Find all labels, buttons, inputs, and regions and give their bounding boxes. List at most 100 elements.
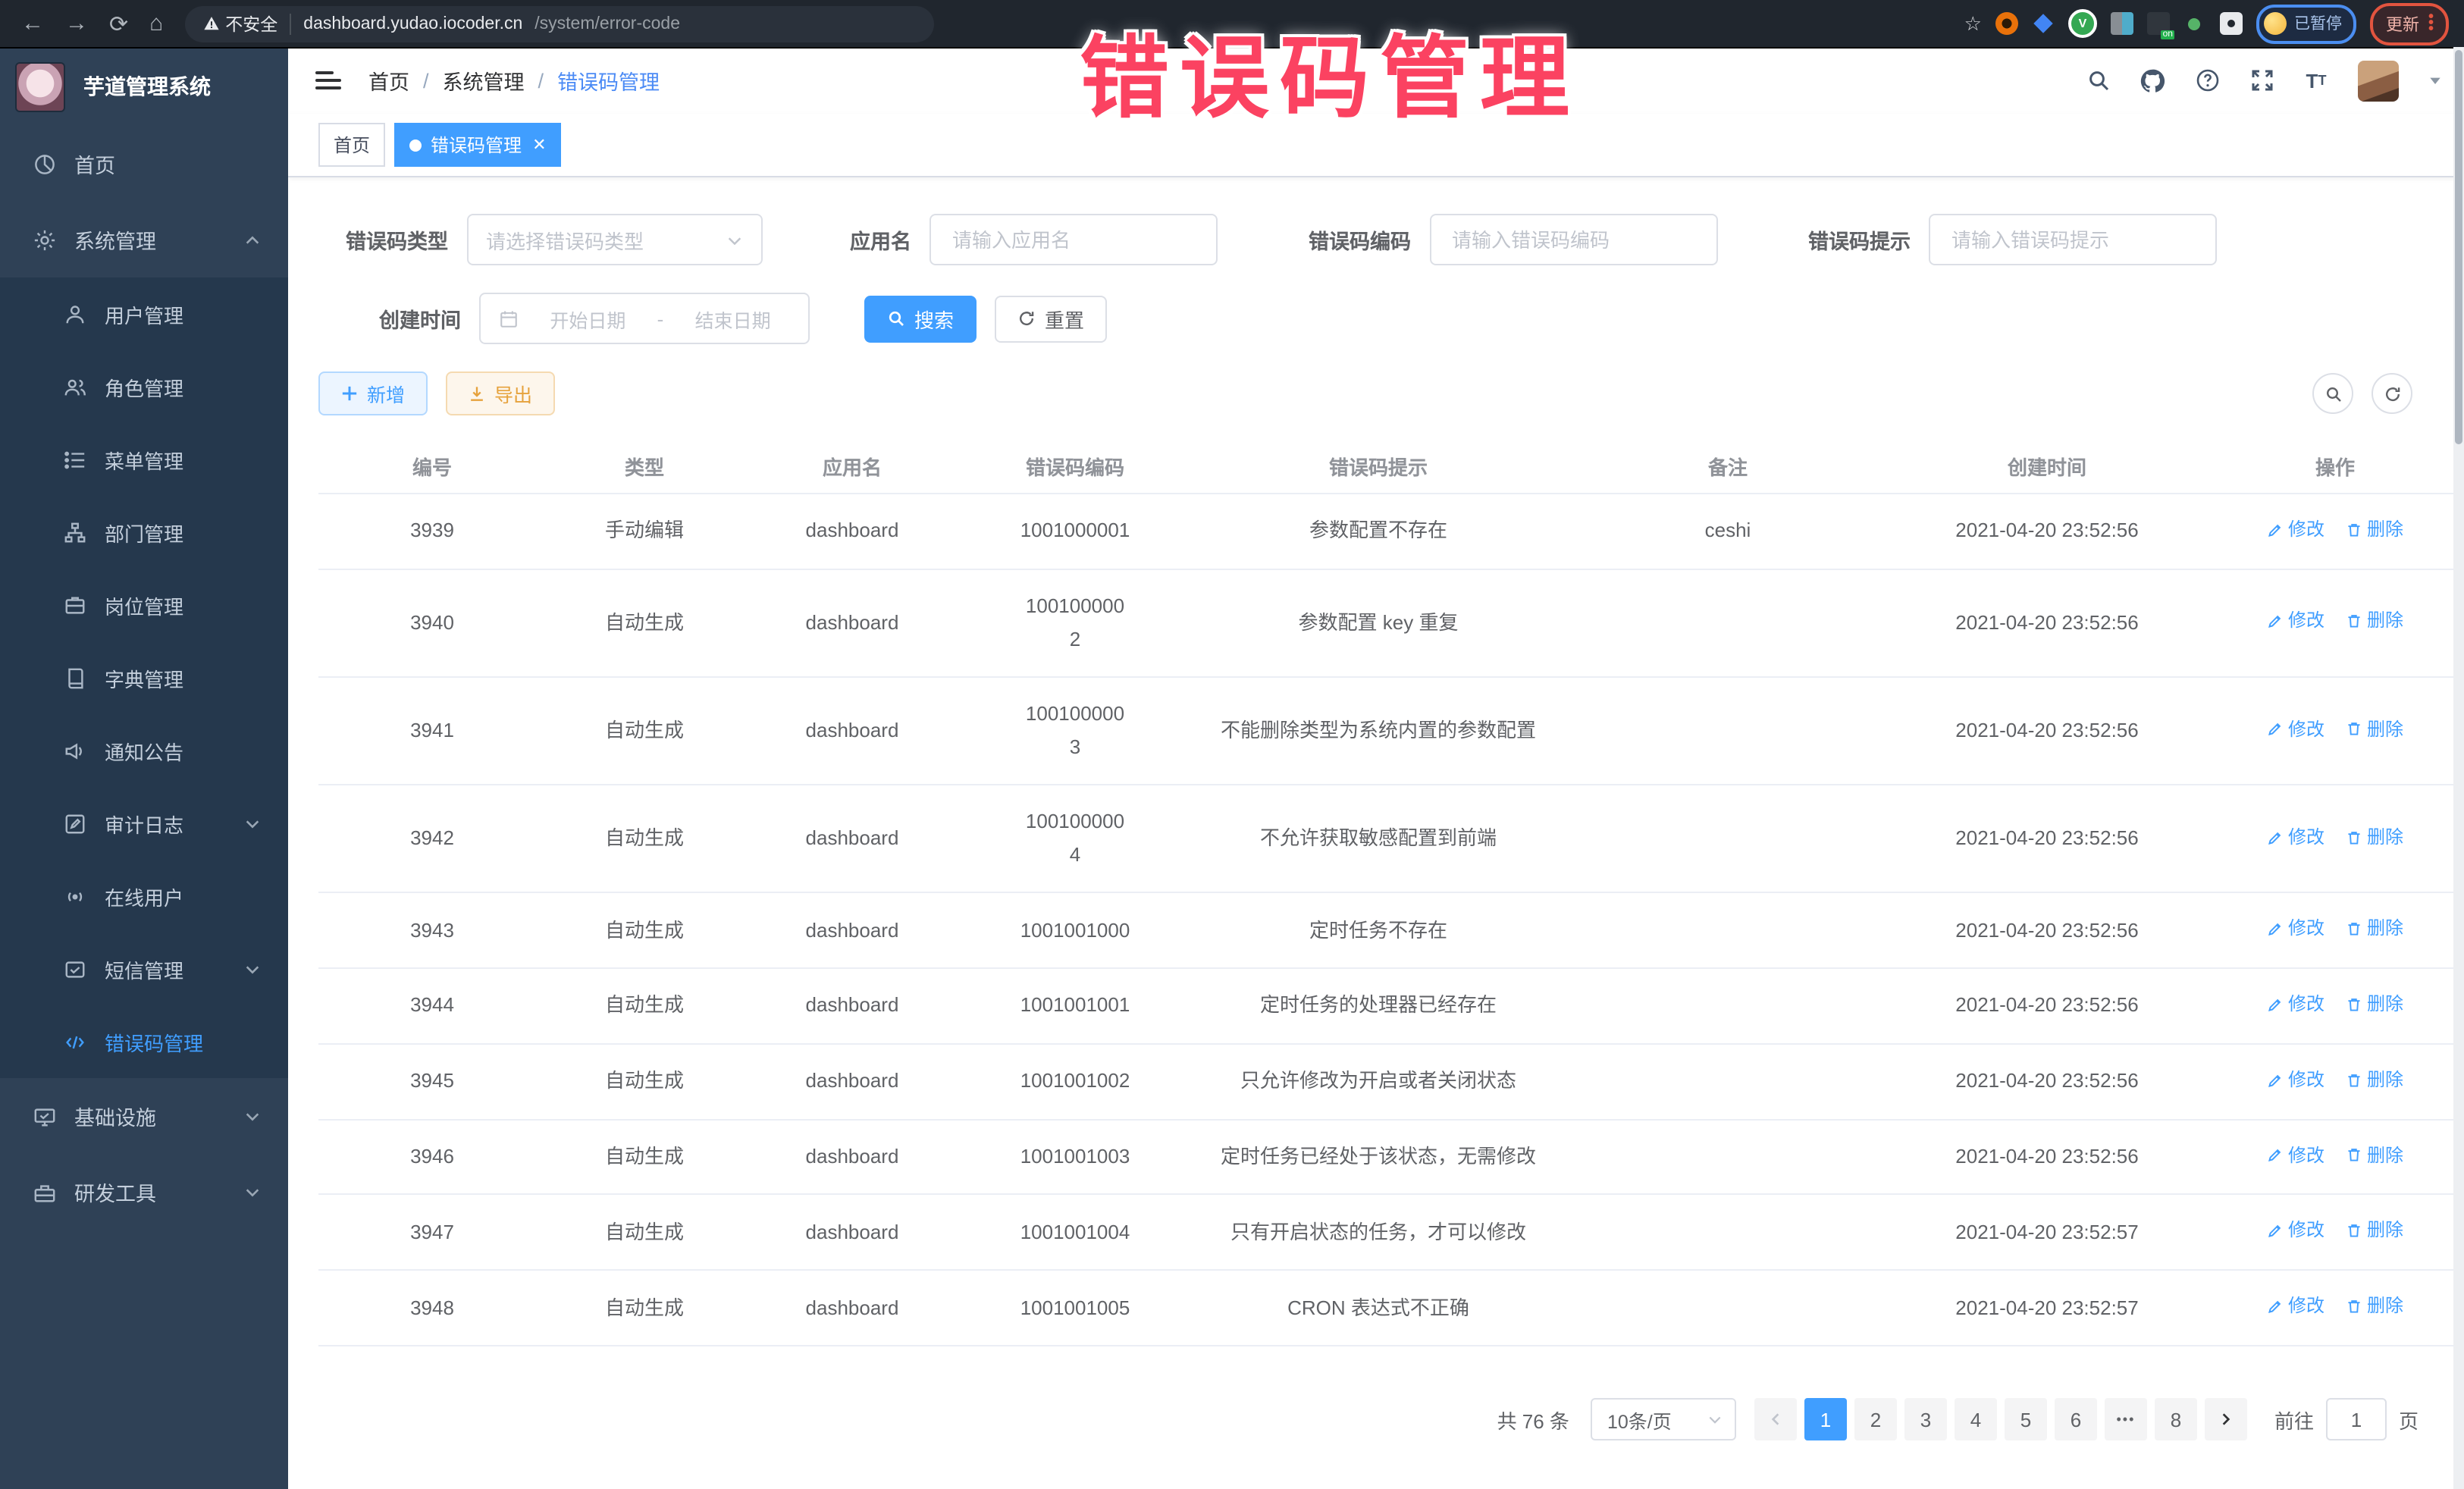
goto-page-input[interactable] bbox=[2326, 1398, 2387, 1440]
ext-grid-icon[interactable] bbox=[2111, 12, 2133, 35]
refresh-table-button[interactable] bbox=[2372, 373, 2412, 414]
tab-home[interactable]: 首页 bbox=[318, 123, 385, 167]
github-icon[interactable] bbox=[2140, 67, 2165, 93]
edit-link[interactable]: 修改 bbox=[2267, 606, 2324, 637]
edit-link[interactable]: 修改 bbox=[2267, 1064, 2324, 1096]
delete-link[interactable]: 删除 bbox=[2346, 1291, 2403, 1322]
table-row[interactable]: 3946 自动生成 dashboard 1001001003 定时任务已经处于该… bbox=[318, 1119, 2464, 1195]
delete-link[interactable]: 删除 bbox=[2346, 914, 2403, 945]
sidebar-item-devtools[interactable]: 研发工具 bbox=[0, 1154, 288, 1230]
breadcrumb-home[interactable]: 首页 bbox=[368, 65, 409, 96]
user-avatar[interactable] bbox=[2358, 60, 2399, 101]
hide-search-button[interactable] bbox=[2312, 373, 2353, 414]
reset-button[interactable]: 重置 bbox=[995, 295, 1107, 342]
sidebar-item-notice[interactable]: 通知公告 bbox=[0, 714, 288, 787]
delete-link[interactable]: 删除 bbox=[2346, 1064, 2403, 1096]
ext-on-badge-icon[interactable]: on bbox=[2147, 12, 2170, 35]
avatar-caret-icon[interactable] bbox=[2428, 73, 2443, 88]
error-code-input[interactable] bbox=[1449, 227, 1698, 252]
more-pages-icon[interactable]: ••• bbox=[2105, 1398, 2147, 1440]
table-row[interactable]: 3948 自动生成 dashboard 1001001005 CRON 表达式不… bbox=[318, 1271, 2464, 1346]
font-size-icon[interactable]: TT bbox=[2303, 67, 2329, 93]
browser-update-button[interactable]: 更新 ••• bbox=[2371, 2, 2449, 45]
address-bar[interactable]: 不安全 dashboard.yudao.iocoder.cn/system/er… bbox=[184, 5, 933, 42]
date-range-picker[interactable]: 开始日期 - 结束日期 bbox=[479, 293, 810, 344]
edit-link[interactable]: 修改 bbox=[2267, 1215, 2324, 1246]
table-row[interactable]: 3942 自动生成 dashboard 100100000 4 不允许获取敏感配… bbox=[318, 785, 2464, 892]
search-icon[interactable] bbox=[2085, 67, 2111, 93]
sidebar-item-depts[interactable]: 部门管理 bbox=[0, 496, 288, 569]
ext-green-v-icon[interactable]: V bbox=[2068, 9, 2097, 38]
close-icon[interactable]: ✕ bbox=[532, 135, 546, 155]
search-button[interactable]: 搜索 bbox=[864, 295, 977, 342]
page-size-select[interactable]: 10条/页 bbox=[1591, 1398, 1736, 1440]
table-row[interactable]: 3939 手动编辑 dashboard 1001000001 参数配置不存在 c… bbox=[318, 494, 2464, 569]
ext-orange-icon[interactable] bbox=[1995, 12, 2018, 35]
delete-link[interactable]: 删除 bbox=[2346, 713, 2403, 744]
browser-profile-chip[interactable]: 已暂停 bbox=[2256, 4, 2357, 43]
page-button-3[interactable]: 3 bbox=[1904, 1398, 1947, 1440]
export-button[interactable]: 导出 bbox=[446, 371, 555, 415]
table-row[interactable]: 3941 自动生成 dashboard 100100000 3 不能删除类型为系… bbox=[318, 677, 2464, 785]
edit-link[interactable]: 修改 bbox=[2267, 989, 2324, 1020]
sidebar-item-dict[interactable]: 字典管理 bbox=[0, 641, 288, 714]
edit-link[interactable]: 修改 bbox=[2267, 1139, 2324, 1171]
help-icon[interactable] bbox=[2194, 67, 2220, 93]
edit-link[interactable]: 修改 bbox=[2267, 822, 2324, 853]
page-scrollbar[interactable] bbox=[2453, 47, 2464, 1489]
edit-link[interactable]: 修改 bbox=[2267, 713, 2324, 744]
chrome-menu-icon[interactable]: ••• bbox=[2428, 14, 2434, 33]
fullscreen-icon[interactable] bbox=[2249, 67, 2274, 93]
delete-link[interactable]: 删除 bbox=[2346, 514, 2403, 545]
table-row[interactable]: 3943 自动生成 dashboard 1001001000 定时任务不存在 2… bbox=[318, 893, 2464, 969]
sidebar-item-online-users[interactable]: 在线用户 bbox=[0, 860, 288, 933]
page-button-6[interactable]: 6 bbox=[2055, 1398, 2097, 1440]
sidebar-item-infra[interactable]: 基础设施 bbox=[0, 1078, 288, 1154]
page-button-5[interactable]: 5 bbox=[2005, 1398, 2047, 1440]
page-button-8[interactable]: 8 bbox=[2155, 1398, 2197, 1440]
sidebar-item-posts[interactable]: 岗位管理 bbox=[0, 569, 288, 641]
table-row[interactable]: 3947 自动生成 dashboard 1001001004 只有开启状态的任务… bbox=[318, 1195, 2464, 1271]
sidebar-item-home[interactable]: 首页 bbox=[0, 126, 288, 202]
table-row[interactable]: 3945 自动生成 dashboard 1001001002 只允许修改为开启或… bbox=[318, 1044, 2464, 1120]
bookmark-star-icon[interactable]: ☆ bbox=[1964, 11, 1982, 36]
page-button-2[interactable]: 2 bbox=[1854, 1398, 1897, 1440]
ext-key-icon[interactable] bbox=[2183, 12, 2206, 35]
edit-link[interactable]: 修改 bbox=[2267, 914, 2324, 945]
page-button-1[interactable]: 1 bbox=[1804, 1398, 1847, 1440]
ext-gem-icon[interactable] bbox=[2032, 12, 2055, 35]
edit-link[interactable]: 修改 bbox=[2267, 514, 2324, 545]
delete-link[interactable]: 删除 bbox=[2346, 606, 2403, 637]
extensions-puzzle-icon[interactable] bbox=[2220, 12, 2243, 35]
sidebar-item-menus[interactable]: 菜单管理 bbox=[0, 423, 288, 496]
page-button-4[interactable]: 4 bbox=[1955, 1398, 1997, 1440]
edit-link[interactable]: 修改 bbox=[2267, 1291, 2324, 1322]
sidebar-item-error-code[interactable]: 错误码管理 bbox=[0, 1005, 288, 1078]
reload-icon[interactable]: ⟳ bbox=[109, 10, 128, 37]
delete-link[interactable]: 删除 bbox=[2346, 989, 2403, 1020]
error-hint-input[interactable] bbox=[1948, 227, 2197, 252]
hamburger-icon[interactable] bbox=[315, 67, 341, 94]
next-page-button[interactable] bbox=[2205, 1398, 2247, 1440]
add-button[interactable]: 新增 bbox=[318, 371, 428, 415]
prev-page-button[interactable] bbox=[1754, 1398, 1797, 1440]
table-row[interactable]: 3940 自动生成 dashboard 100100000 2 参数配置 key… bbox=[318, 569, 2464, 677]
back-icon[interactable]: ← bbox=[21, 11, 44, 36]
app-logo-row[interactable]: 芋道管理系统 bbox=[0, 47, 288, 126]
delete-link[interactable]: 删除 bbox=[2346, 1139, 2403, 1171]
delete-link[interactable]: 删除 bbox=[2346, 822, 2403, 853]
scrollbar-thumb[interactable] bbox=[2455, 50, 2462, 444]
sidebar-item-system[interactable]: 系统管理 bbox=[0, 202, 288, 277]
error-type-select[interactable]: 请选择错误码类型 bbox=[466, 214, 762, 265]
sidebar-item-users[interactable]: 用户管理 bbox=[0, 277, 288, 350]
sidebar-item-sms[interactable]: 短信管理 bbox=[0, 933, 288, 1005]
sidebar-item-roles[interactable]: 角色管理 bbox=[0, 350, 288, 423]
tab-error-code[interactable]: 错误码管理 ✕ bbox=[394, 123, 561, 167]
sidebar-item-audit-log[interactable]: 审计日志 bbox=[0, 787, 288, 860]
table-row[interactable]: 3944 自动生成 dashboard 1001001001 定时任务的处理器已… bbox=[318, 968, 2464, 1044]
breadcrumb-system[interactable]: 系统管理 bbox=[443, 65, 525, 96]
delete-link[interactable]: 删除 bbox=[2346, 1215, 2403, 1246]
home-icon[interactable]: ⌂ bbox=[149, 11, 163, 36]
security-warning[interactable]: 不安全 bbox=[202, 11, 277, 36]
app-name-input[interactable] bbox=[949, 227, 1198, 252]
